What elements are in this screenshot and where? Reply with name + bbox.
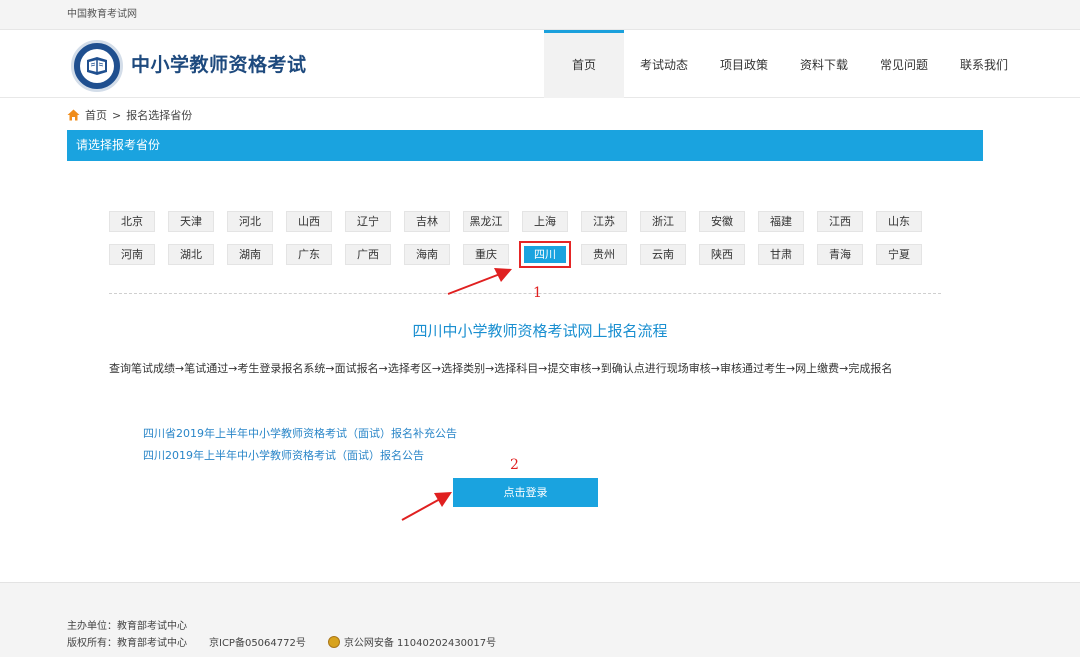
police-badge-icon xyxy=(327,635,340,648)
flow-title: 四川中小学教师资格考试网上报名流程 xyxy=(412,322,668,340)
nav-contact[interactable]: 联系我们 xyxy=(944,30,1024,98)
province-liaoning[interactable]: 辽宁 xyxy=(345,211,391,232)
annotation-label-2: 2 xyxy=(510,457,519,473)
province-shanxi[interactable]: 山西 xyxy=(286,211,332,232)
province-anhui[interactable]: 安徽 xyxy=(699,211,745,232)
home-icon xyxy=(67,109,80,121)
red-arrow-icon xyxy=(401,492,452,521)
province-chongqing[interactable]: 重庆 xyxy=(463,244,509,265)
notice-link-main[interactable]: 四川2019年上半年中小学教师资格考试（面试）报名公告 xyxy=(143,445,457,467)
footer-host: 主办单位：教育部考试中心 xyxy=(67,617,187,632)
province-henan[interactable]: 河南 xyxy=(109,244,155,265)
site-logo[interactable] xyxy=(71,40,123,92)
top-bar: 中国教育考试网 xyxy=(0,0,1080,30)
section-header: 请选择报考省份 xyxy=(67,130,983,161)
province-fujian[interactable]: 福建 xyxy=(758,211,804,232)
site-header: 中小学教师资格考试 首页 考试动态 项目政策 资料下载 常见问题 联系我们 xyxy=(0,30,1080,98)
book-emblem-icon xyxy=(80,49,114,83)
footer-host-text: 主办单位：教育部考试中心 xyxy=(67,621,187,632)
province-sichuan[interactable]: 四川 xyxy=(519,241,571,268)
province-shanghai[interactable]: 上海 xyxy=(522,211,568,232)
breadcrumb-current: 报名选择省份 xyxy=(126,109,193,122)
main-nav: 首页 考试动态 项目政策 资料下载 常见问题 联系我们 xyxy=(544,30,1024,98)
province-yunnan[interactable]: 云南 xyxy=(640,244,686,265)
province-gansu[interactable]: 甘肃 xyxy=(758,244,804,265)
site-title[interactable]: 中小学教师资格考试 xyxy=(131,50,307,77)
nav-policy[interactable]: 项目政策 xyxy=(704,30,784,98)
province-row-1: 北京 天津 河北 山西 辽宁 吉林 黑龙江 上海 江苏 浙江 安徽 福建 江西 … xyxy=(109,211,935,232)
notice-links: 四川省2019年上半年中小学教师资格考试（面试）报名补充公告 四川2019年上半… xyxy=(143,423,457,467)
login-button[interactable]: 点击登录 xyxy=(453,478,598,507)
province-ningxia[interactable]: 宁夏 xyxy=(876,244,922,265)
nav-faq[interactable]: 常见问题 xyxy=(864,30,944,98)
province-guizhou[interactable]: 贵州 xyxy=(581,244,627,265)
province-hebei[interactable]: 河北 xyxy=(227,211,273,232)
nav-downloads[interactable]: 资料下载 xyxy=(784,30,864,98)
notice-link-supplement[interactable]: 四川省2019年上半年中小学教师资格考试（面试）报名补充公告 xyxy=(143,423,457,445)
footer-icp[interactable]: 京ICP备05064772号 xyxy=(209,634,306,649)
province-jiangxi[interactable]: 江西 xyxy=(817,211,863,232)
province-hubei[interactable]: 湖北 xyxy=(168,244,214,265)
province-qinghai[interactable]: 青海 xyxy=(817,244,863,265)
province-shaanxi[interactable]: 陕西 xyxy=(699,244,745,265)
province-hunan[interactable]: 湖南 xyxy=(227,244,273,265)
province-shandong[interactable]: 山东 xyxy=(876,211,922,232)
province-jiangsu[interactable]: 江苏 xyxy=(581,211,627,232)
breadcrumb-home[interactable]: 首页 xyxy=(85,107,107,123)
red-arrow-icon xyxy=(447,268,512,295)
province-guangxi[interactable]: 广西 xyxy=(345,244,391,265)
province-jilin[interactable]: 吉林 xyxy=(404,211,450,232)
province-tianjin[interactable]: 天津 xyxy=(168,211,214,232)
footer-copyright-row: 版权所有：教育部考试中心 京ICP备05064772号 京公网安备 110402… xyxy=(67,634,496,649)
top-bar-text[interactable]: 中国教育考试网 xyxy=(67,9,137,20)
province-beijing[interactable]: 北京 xyxy=(109,211,155,232)
province-guangdong[interactable]: 广东 xyxy=(286,244,332,265)
province-zhejiang[interactable]: 浙江 xyxy=(640,211,686,232)
footer-police[interactable]: 京公网安备 11040202430017号 xyxy=(344,634,496,649)
breadcrumb: 首页 > 报名选择省份 xyxy=(67,107,192,123)
annotation-label-1: 1 xyxy=(533,285,542,301)
province-hainan[interactable]: 海南 xyxy=(404,244,450,265)
site-footer: 主办单位：教育部考试中心 版权所有：教育部考试中心 京ICP备05064772号… xyxy=(0,582,1080,657)
flow-steps: 查询笔试成绩→笔试通过→考生登录报名系统→面试报名→选择考区→选择类别→选择科目… xyxy=(109,362,893,375)
nav-exam-news[interactable]: 考试动态 xyxy=(624,30,704,98)
footer-copyright: 版权所有：教育部考试中心 xyxy=(67,638,187,649)
province-row-2: 河南 湖北 湖南 广东 广西 海南 重庆 四川 贵州 云南 陕西 甘肃 青海 宁… xyxy=(109,241,935,268)
breadcrumb-separator: > xyxy=(112,108,122,122)
dashed-divider xyxy=(109,293,941,294)
province-heilongjiang[interactable]: 黑龙江 xyxy=(463,211,509,232)
nav-home[interactable]: 首页 xyxy=(544,30,624,98)
